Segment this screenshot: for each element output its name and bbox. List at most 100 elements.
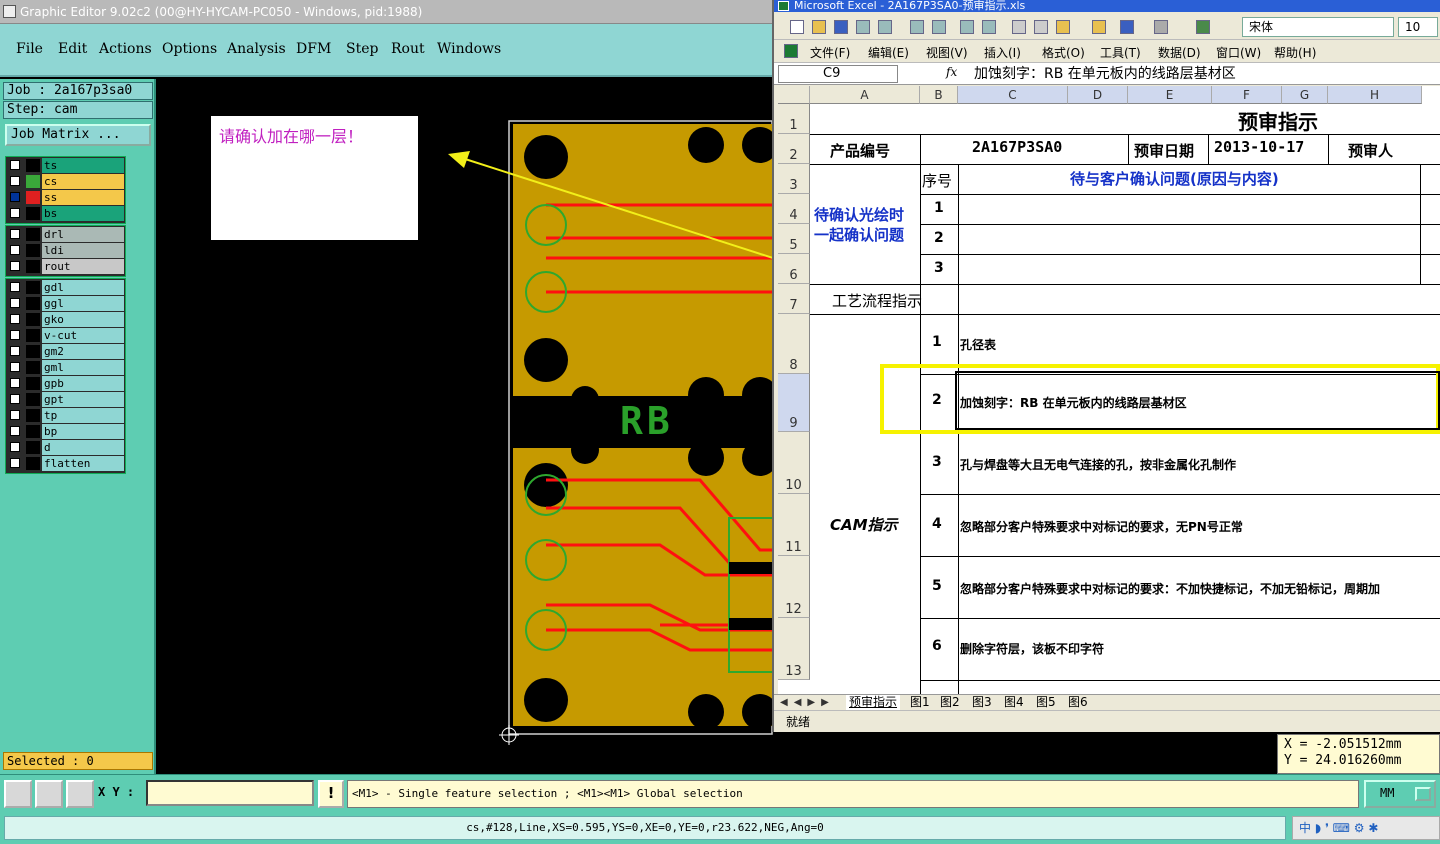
formula-input[interactable]: 加蚀刻字：RB 在单元板内的线路层基材区 (974, 64, 1236, 84)
sheet-tab[interactable]: 图2 (940, 695, 960, 710)
row-header[interactable]: 6 (778, 254, 810, 284)
layer-row[interactable]: gpt (7, 392, 124, 407)
layer-checkbox[interactable] (10, 208, 20, 218)
layer-checkbox[interactable] (10, 362, 20, 372)
new-icon[interactable] (790, 20, 804, 34)
permission-icon[interactable] (856, 20, 870, 34)
row-header[interactable]: 10 (778, 432, 810, 494)
worksheet-grid[interactable]: A B C D E F G H 1 2 3 4 5 6 7 8 9 10 11 … (778, 86, 1440, 694)
layer-row[interactable]: ts (7, 158, 124, 173)
column-header[interactable]: B (920, 86, 958, 104)
layer-checkbox[interactable] (10, 160, 20, 170)
layer-row[interactable]: flatten (7, 456, 124, 471)
dropdown-icon[interactable] (1415, 787, 1431, 801)
layer-checkbox[interactable] (10, 378, 20, 388)
menu-dfm[interactable]: DFM (296, 41, 331, 57)
layer-checkbox[interactable] (10, 442, 20, 452)
layer-checkbox[interactable] (10, 229, 20, 239)
cut-icon[interactable] (1012, 20, 1026, 34)
xl-menu-help[interactable]: 帮助(H) (1274, 44, 1316, 61)
layer-checkbox[interactable] (10, 282, 20, 292)
copy-icon[interactable] (1034, 20, 1048, 34)
units-select[interactable]: MM (1364, 780, 1436, 808)
layer-row[interactable]: rout (7, 259, 124, 274)
layer-row[interactable]: cs (7, 174, 124, 189)
cam-item-text[interactable]: 加蚀刻字：RB 在单元板内的线路层基材区 (960, 394, 1187, 411)
row-header[interactable]: 5 (778, 224, 810, 254)
column-header[interactable]: D (1068, 86, 1128, 104)
layer-row[interactable]: gpb (7, 376, 124, 391)
redo-icon[interactable] (1154, 20, 1168, 34)
layer-checkbox[interactable] (10, 192, 20, 202)
layer-row[interactable]: gm2 (7, 344, 124, 359)
xl-menu-tools[interactable]: 工具(T) (1100, 44, 1141, 61)
layer-checkbox[interactable] (10, 298, 20, 308)
row-header[interactable]: 9 (778, 374, 810, 432)
sheet-tab[interactable]: 图1 (910, 695, 930, 710)
xl-menu-format[interactable]: 格式(O) (1042, 44, 1085, 61)
layer-row[interactable]: drl (7, 227, 124, 242)
layer-row[interactable]: gml (7, 360, 124, 375)
layer-checkbox[interactable] (10, 176, 20, 186)
open-icon[interactable] (812, 20, 826, 34)
sheet-tab[interactable]: 图6 (1068, 695, 1088, 710)
row-header[interactable]: 12 (778, 556, 810, 618)
column-header[interactable]: A (810, 86, 920, 104)
spelling-icon[interactable] (960, 20, 974, 34)
layer-checkbox[interactable] (10, 410, 20, 420)
layer-row[interactable]: gdl (7, 280, 124, 295)
print-icon[interactable] (910, 20, 924, 34)
layer-row[interactable]: d (7, 440, 124, 455)
layer-checkbox[interactable] (10, 426, 20, 436)
alert-button[interactable]: ! (318, 780, 344, 808)
ime-tray[interactable]: 中 ◗ ❜ ⌨ ⚙ ✱ (1292, 816, 1440, 840)
xl-menu-edit[interactable]: 编辑(E) (868, 44, 909, 61)
row-header[interactable]: 13 (778, 618, 810, 680)
column-header[interactable]: F (1212, 86, 1282, 104)
font-name-select[interactable]: 宋体 (1242, 17, 1394, 37)
layer-row[interactable]: tp (7, 408, 124, 423)
layer-row[interactable]: bp (7, 424, 124, 439)
layer-checkbox[interactable] (10, 261, 20, 271)
menu-rout[interactable]: Rout (391, 41, 425, 57)
xl-menu-window[interactable]: 窗口(W) (1216, 44, 1261, 61)
layer-checkbox[interactable] (10, 245, 20, 255)
menu-options[interactable]: Options (162, 41, 217, 57)
xl-menu-data[interactable]: 数据(D) (1158, 44, 1201, 61)
row-header[interactable]: 11 (778, 494, 810, 556)
row-header[interactable]: 2 (778, 134, 810, 164)
layer-checkbox[interactable] (10, 314, 20, 324)
column-header[interactable]: E (1128, 86, 1212, 104)
grid-snap-icon[interactable] (66, 780, 94, 808)
menu-step[interactable]: Step (346, 41, 378, 57)
excel-title-bar[interactable]: Microsoft Excel - 2A167P3SA0-预审指示.xls (774, 0, 1440, 12)
layer-row[interactable]: v-cut (7, 328, 124, 343)
research-icon[interactable] (982, 20, 996, 34)
xl-menu-view[interactable]: 视图(V) (926, 44, 968, 61)
layer-row[interactable]: ggl (7, 296, 124, 311)
row-header[interactable]: 3 (778, 164, 810, 194)
email-icon[interactable] (878, 20, 892, 34)
layer-checkbox[interactable] (10, 346, 20, 356)
font-size-select[interactable]: 10 (1398, 17, 1438, 37)
row-header[interactable]: 7 (778, 284, 810, 314)
row-header[interactable]: 1 (778, 104, 810, 134)
column-header[interactable]: C (958, 86, 1068, 104)
hyperlink-icon[interactable] (1196, 20, 1210, 34)
layer-row[interactable]: ldi (7, 243, 124, 258)
zoom-fit-icon[interactable] (4, 780, 32, 808)
row-header[interactable]: 4 (778, 194, 810, 224)
xl-menu-insert[interactable]: 插入(I) (984, 44, 1021, 61)
xy-input[interactable] (146, 780, 314, 806)
sheet-tab[interactable]: 图4 (1004, 695, 1024, 710)
fx-icon[interactable]: fx (946, 65, 957, 79)
row-header[interactable]: 8 (778, 314, 810, 374)
menu-windows[interactable]: Windows (437, 41, 501, 57)
format-painter-icon[interactable] (1092, 20, 1106, 34)
measure-icon[interactable] (35, 780, 63, 808)
menu-file[interactable]: File (16, 41, 43, 57)
sheet-tab[interactable]: 图3 (972, 695, 992, 710)
save-icon[interactable] (834, 20, 848, 34)
sheet-tab-active[interactable]: 预审指示 (846, 695, 901, 710)
select-all-corner[interactable] (778, 86, 810, 104)
